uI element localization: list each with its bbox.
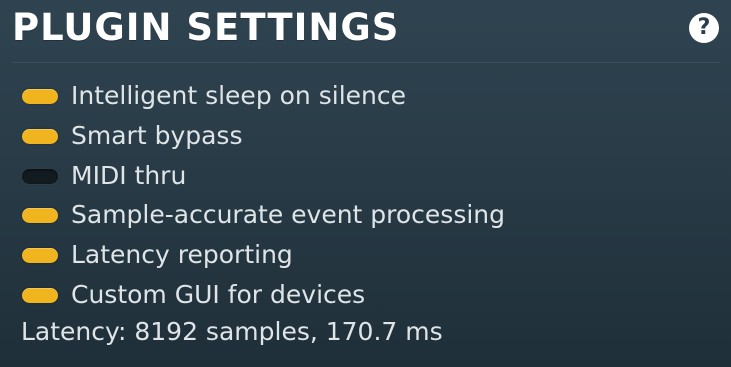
title-divider [12, 62, 720, 63]
toggle-latency-reporting[interactable] [22, 247, 58, 263]
toggle-intelligent-sleep[interactable] [22, 88, 58, 104]
option-label: MIDI thru [71, 161, 187, 190]
toggle-sample-accurate[interactable] [22, 207, 58, 223]
option-intelligent-sleep[interactable]: Intelligent sleep on silence [22, 80, 406, 112]
panel-title: PLUGIN SETTINGS [12, 6, 400, 49]
option-latency-reporting[interactable]: Latency reporting [22, 239, 293, 271]
toggle-midi-thru[interactable] [22, 168, 58, 184]
option-midi-thru[interactable]: MIDI thru [22, 160, 186, 192]
help-icon[interactable]: ? [689, 13, 719, 43]
option-label: Custom GUI for devices [71, 280, 366, 309]
toggle-custom-gui[interactable] [22, 287, 58, 303]
option-label: Intelligent sleep on silence [71, 81, 406, 110]
option-custom-gui[interactable]: Custom GUI for devices [22, 279, 365, 311]
option-label: Latency reporting [71, 240, 293, 269]
latency-readout: Latency: 8192 samples, 170.7 ms [21, 317, 443, 346]
option-smart-bypass[interactable]: Smart bypass [22, 120, 242, 152]
option-label: Smart bypass [71, 121, 243, 150]
option-sample-accurate[interactable]: Sample-accurate event processing [22, 199, 505, 231]
plugin-settings-panel: PLUGIN SETTINGS ? Intelligent sleep on s… [0, 0, 731, 367]
toggle-smart-bypass[interactable] [22, 128, 58, 144]
option-label: Sample-accurate event processing [71, 200, 506, 229]
